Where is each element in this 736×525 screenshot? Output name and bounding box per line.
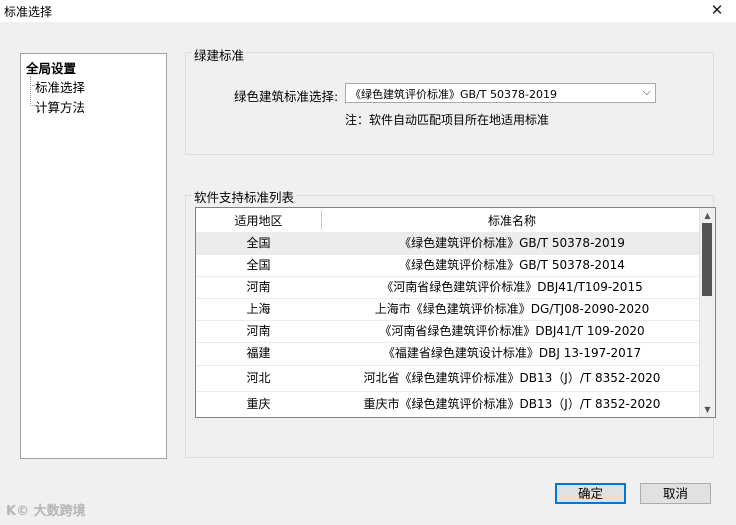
- table-row[interactable]: 全国 《绿色建筑评价标准》GB/T 50378-2019: [196, 232, 702, 255]
- title-bar: 标准选择 ✕: [0, 0, 736, 22]
- standard-name-cell: 《河南省绿色建筑评价标准》DBJ41/T109-2015: [381, 280, 643, 294]
- region-cell: 河北: [246, 371, 271, 385]
- standard-name-cell: 上海市《绿色建筑评价标准》DG/TJ08-2090-2020: [374, 302, 650, 316]
- tree-item-global-settings[interactable]: 全局设置: [26, 58, 76, 77]
- vertical-scrollbar[interactable]: ▲ ▼: [699, 208, 715, 417]
- standard-name-cell: 《福建省绿色建筑设计标准》DBJ 13-197-2017: [382, 346, 642, 360]
- region-cell: 福建: [246, 346, 271, 360]
- region-cell: 全国: [246, 236, 271, 250]
- cancel-button[interactable]: 取消: [640, 483, 711, 504]
- table-row[interactable]: 上海 上海市《绿色建筑评价标准》DG/TJ08-2090-2020: [196, 298, 702, 321]
- tree-item-standard-selection[interactable]: 标准选择: [35, 77, 85, 96]
- standard-name-cell: 《河南省绿色建筑评价标准》DBJ41/T 109-2020: [379, 324, 645, 338]
- scroll-down-icon[interactable]: ▼: [700, 403, 715, 416]
- chevron-down-icon[interactable]: ⌵: [643, 85, 651, 99]
- column-header-standard-name[interactable]: 标准名称: [322, 212, 702, 229]
- scrollbar-thumb[interactable]: [702, 223, 712, 296]
- close-icon[interactable]: ✕: [698, 0, 736, 22]
- standard-select-value: 《绿色建筑评价标准》GB/T 50378-2019: [350, 88, 557, 101]
- column-header-region[interactable]: 适用地区: [196, 212, 321, 229]
- table-row[interactable]: 重庆 重庆市《绿色建筑评价标准》DB13（J）/T 8352-2020: [196, 391, 702, 417]
- region-cell: 河南: [246, 324, 271, 338]
- window-title: 标准选择: [4, 5, 53, 19]
- standard-name-cell: 河北省《绿色建筑评价标准》DB13（J）/T 8352-2020: [363, 371, 661, 385]
- region-cell: 重庆: [246, 397, 271, 411]
- ok-button[interactable]: 确定: [555, 483, 626, 504]
- table-header: 适用地区 标准名称: [196, 208, 702, 233]
- region-cell: 上海: [246, 302, 271, 316]
- region-cell: 全国: [246, 258, 271, 272]
- tree-item-calculation-method[interactable]: 计算方法: [35, 97, 85, 116]
- region-cell: 河南: [246, 280, 271, 294]
- standard-name-cell: 《绿色建筑评价标准》GB/T 50378-2014: [399, 258, 625, 272]
- scroll-up-icon[interactable]: ▲: [700, 209, 715, 222]
- tree-connector: [30, 76, 31, 106]
- auto-match-note: 注：软件自动匹配项目所在地适用标准: [345, 113, 550, 127]
- table-row[interactable]: 河南 《河南省绿色建筑评价标准》DBJ41/T 109-2020: [196, 320, 702, 343]
- standard-select-label: 绿色建筑标准选择:: [234, 89, 339, 104]
- table-row[interactable]: 河北 河北省《绿色建筑评价标准》DB13（J）/T 8352-2020: [196, 365, 702, 392]
- table-row[interactable]: 福建 《福建省绿色建筑设计标准》DBJ 13-197-2017: [196, 342, 702, 366]
- watermark-logo: K© 大数跨境: [6, 504, 86, 519]
- standard-name-cell: 《绿色建筑评价标准》GB/T 50378-2019: [399, 236, 625, 250]
- standards-table: 适用地区 标准名称 全国 《绿色建筑评价标准》GB/T 50378-2019 全国《…: [195, 207, 716, 418]
- table-row[interactable]: 河南 《河南省绿色建筑评价标准》DBJ41/T109-2015: [196, 276, 702, 299]
- table-row[interactable]: 全国 《绿色建筑评价标准》GB/T 50378-2014: [196, 254, 702, 277]
- standard-name-cell: 重庆市《绿色建筑评价标准》DB13（J）/T 8352-2020: [363, 397, 661, 411]
- green-standard-group-title: 绿建标准: [192, 45, 247, 64]
- settings-tree: 全局设置 标准选择 计算方法: [20, 53, 167, 459]
- standard-list-group-title: 软件支持标准列表: [192, 187, 297, 206]
- standard-select[interactable]: 《绿色建筑评价标准》GB/T 50378-2019 ⌵: [345, 83, 656, 103]
